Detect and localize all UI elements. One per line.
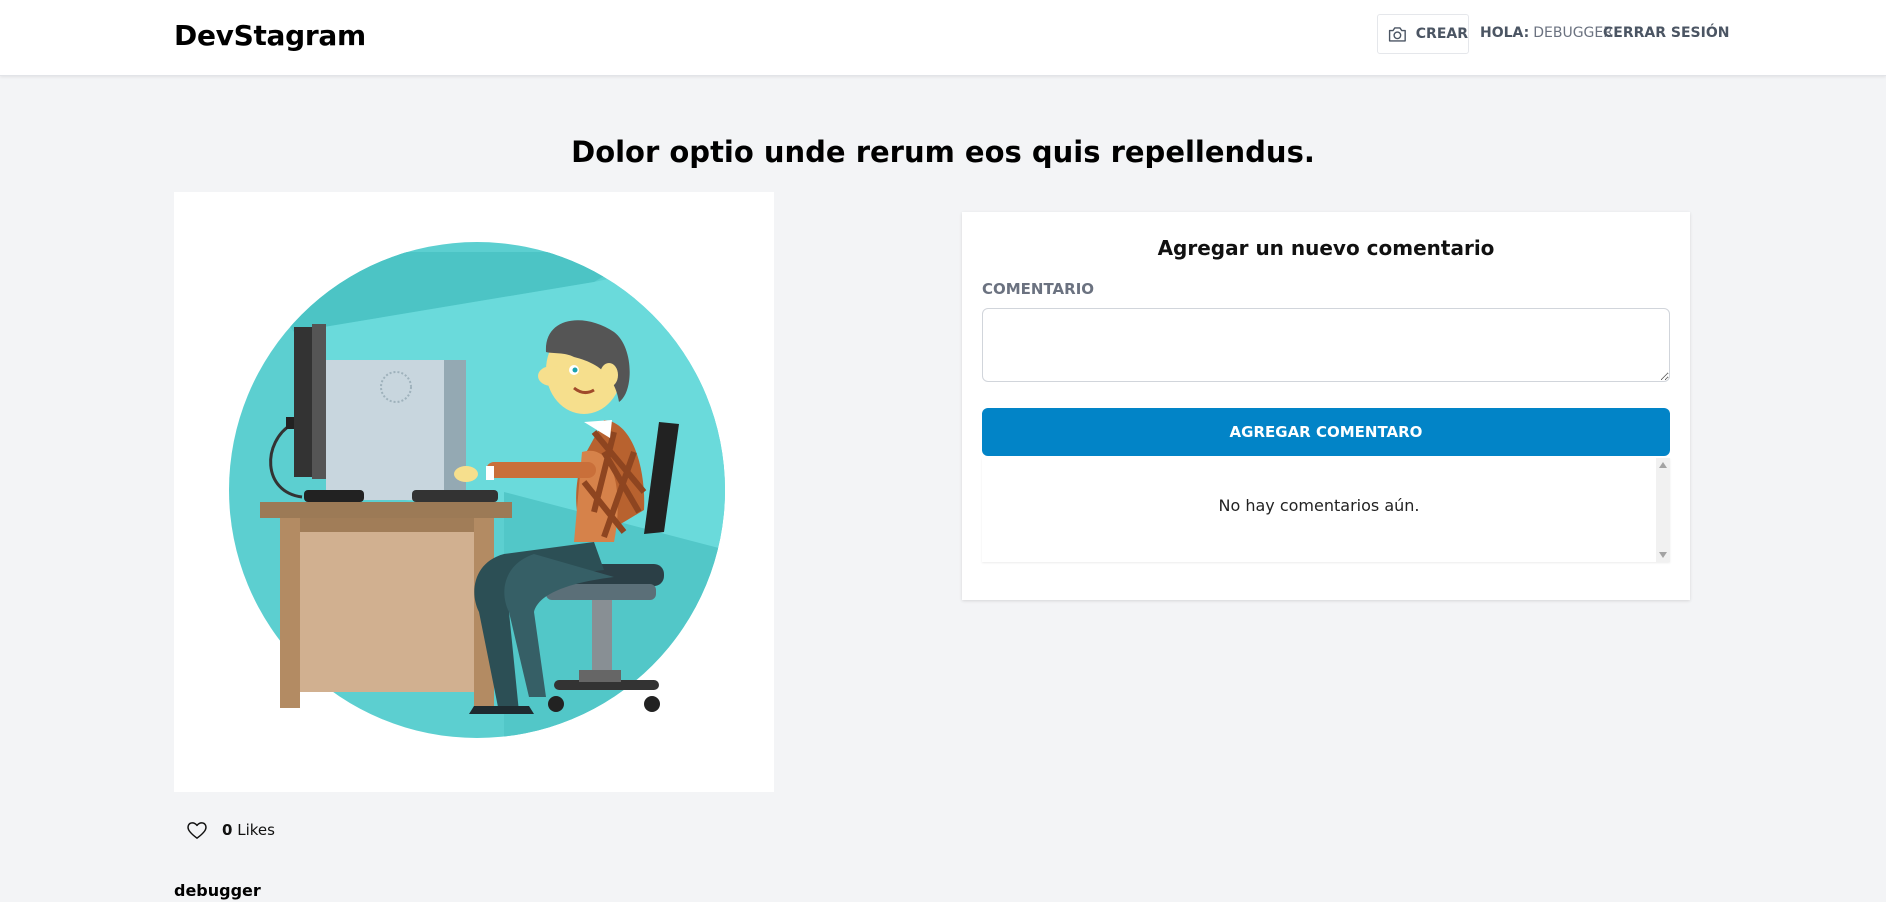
user-greeting: HOLA: DEBUGGER [1480,25,1613,41]
comments-list: No hay comentarios aún. [982,458,1670,562]
heart-icon[interactable] [186,820,208,840]
likes-row: 0 Likes [186,820,275,840]
post-author[interactable]: debugger [174,881,261,900]
scroll-up-arrow-icon[interactable] [1659,462,1667,468]
add-comment-button[interactable]: AGREGAR COMENTARO [982,408,1670,456]
create-label: CREAR [1415,26,1468,42]
comments-scrollbar[interactable] [1656,458,1670,562]
comment-heading: Agregar un nuevo comentario [1157,236,1495,260]
greeting-prefix: HOLA: [1480,25,1530,41]
app-logo[interactable]: DevStagram [174,19,366,52]
comment-card: Agregar un nuevo comentario COMENTARIO A… [962,212,1690,600]
scroll-down-arrow-icon[interactable] [1659,552,1667,558]
likes-label: Likes [237,821,275,839]
top-navbar: DevStagram CREAR HOLA: DEBUGGER CERRAR SE… [0,0,1886,76]
likes-text: 0 Likes [222,821,275,839]
create-post-button[interactable]: CREAR [1377,14,1469,54]
comment-input[interactable] [982,308,1670,382]
likes-count: 0 [222,821,233,839]
greeting-username[interactable]: DEBUGGER [1533,25,1613,41]
logout-button[interactable]: CERRAR SESIÓN [1603,25,1729,41]
post-title: Dolor optio unde rerum eos quis repellen… [571,135,1315,170]
comment-field-label: COMENTARIO [982,280,1095,298]
developer-illustration [229,242,725,738]
camera-icon [1388,27,1406,42]
post-image [174,192,774,792]
no-comments-message: No hay comentarios aún. [1218,496,1420,515]
